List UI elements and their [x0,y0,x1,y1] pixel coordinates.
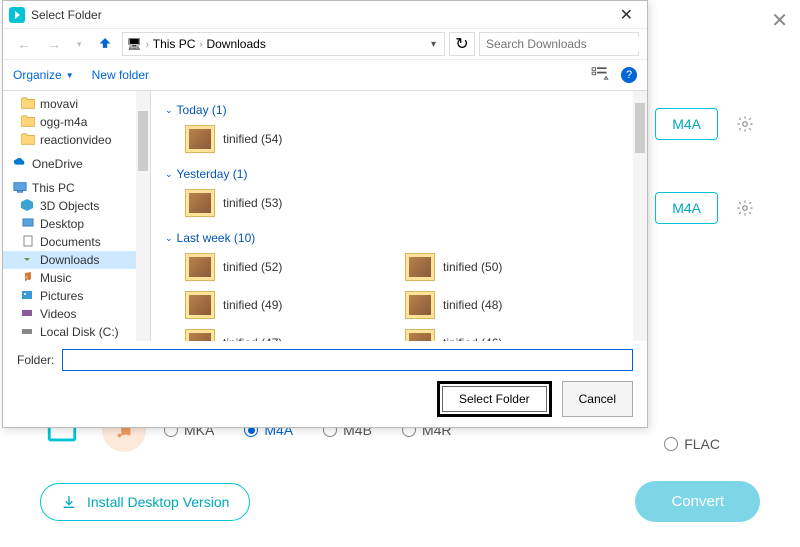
tree-item-music[interactable]: Music [3,269,150,287]
pc-icon: 🖥 [127,37,142,51]
folder-icon [405,253,435,281]
search-box[interactable] [479,32,639,56]
breadcrumb-pc[interactable]: This PC [153,37,196,51]
group-yesterday[interactable]: ⌄Yesterday (1) [165,163,633,185]
tree-item-documents[interactable]: Documents [3,233,150,251]
dialog-title: Select Folder [31,8,612,22]
breadcrumb-downloads[interactable]: Downloads [206,37,265,51]
refresh-icon[interactable]: ↻ [449,32,475,56]
highlight-annotation: Select Folder [437,381,552,417]
nav-up-icon[interactable] [92,34,118,55]
folder-item[interactable]: tinified (54) [185,125,345,153]
gear-icon[interactable] [730,193,760,223]
help-icon[interactable]: ? [621,67,637,83]
folder-item[interactable]: tinified (49) [185,291,345,319]
folder-item[interactable]: tinified (50) [405,253,565,281]
file-list: ⌄Today (1) tinified (54) ⌄Yesterday (1) … [151,91,647,341]
tree-item-oggm4a[interactable]: ogg-m4a [3,113,150,131]
nav-back-icon[interactable]: ← [11,34,37,54]
folder-icon [405,291,435,319]
gear-icon[interactable] [730,109,760,139]
folder-name-input[interactable] [62,349,633,371]
radio-flac[interactable]: FLAC [664,436,720,452]
install-label: Install Desktop Version [87,494,229,510]
cancel-button[interactable]: Cancel [562,381,633,417]
folder-icon [405,329,435,341]
format-m4a-button-1[interactable]: M4A [655,108,718,140]
convert-button[interactable]: Convert [635,481,760,522]
tree-item-pictures[interactable]: Pictures [3,287,150,305]
tree-item-thispc[interactable]: This PC [3,179,150,197]
tree-item-reactionvideo[interactable]: reactionvideo [3,131,150,149]
folder-item[interactable]: tinified (48) [405,291,565,319]
breadcrumb[interactable]: 🖥 › This PC › Downloads ▾ [122,32,445,56]
group-today[interactable]: ⌄Today (1) [165,99,633,121]
breadcrumb-dropdown-icon[interactable]: ▾ [427,39,440,50]
content-scrollbar[interactable] [633,91,647,341]
select-folder-dialog: Select Folder ✕ ← → ▾ 🖥 › This PC › Down… [2,0,648,428]
nav-forward-icon[interactable]: → [41,34,67,54]
folder-item[interactable]: tinified (52) [185,253,345,281]
tree-scrollbar[interactable] [136,91,150,341]
format-m4a-button-2[interactable]: M4A [655,192,718,224]
view-options-icon[interactable] [591,66,609,85]
folder-item[interactable]: tinified (53) [185,189,345,217]
close-icon[interactable]: ✕ [612,5,641,25]
tree-item-localdisk[interactable]: Local Disk (C:) [3,323,150,341]
folder-tree: movavi ogg-m4a reactionvideo OneDrive Th… [3,91,151,341]
folder-icon [185,291,215,319]
organize-menu[interactable]: Organize▼ [13,68,74,82]
folder-icon [185,125,215,153]
tree-item-onedrive[interactable]: OneDrive [3,155,150,173]
folder-item[interactable]: tinified (46) [405,329,565,341]
tree-item-3dobjects[interactable]: 3D Objects [3,197,150,215]
group-lastweek[interactable]: ⌄Last week (10) [165,227,633,249]
folder-icon [185,189,215,217]
select-folder-button[interactable]: Select Folder [442,386,547,412]
tree-item-movavi[interactable]: movavi [3,95,150,113]
folder-label: Folder: [17,353,54,367]
tree-item-desktop[interactable]: Desktop [3,215,150,233]
new-folder-button[interactable]: New folder [92,68,149,82]
folder-item[interactable]: tinified (47) [185,329,345,341]
tree-item-videos[interactable]: Videos [3,305,150,323]
folder-icon [185,329,215,341]
tree-item-downloads[interactable]: Downloads [3,251,150,269]
app-close-icon[interactable]: ✕ [771,8,788,33]
search-input[interactable] [486,37,641,51]
install-desktop-button[interactable]: Install Desktop Version [40,483,250,521]
folder-icon [185,253,215,281]
app-logo-icon [9,7,25,23]
nav-recent-dropdown-icon[interactable]: ▾ [71,37,88,52]
